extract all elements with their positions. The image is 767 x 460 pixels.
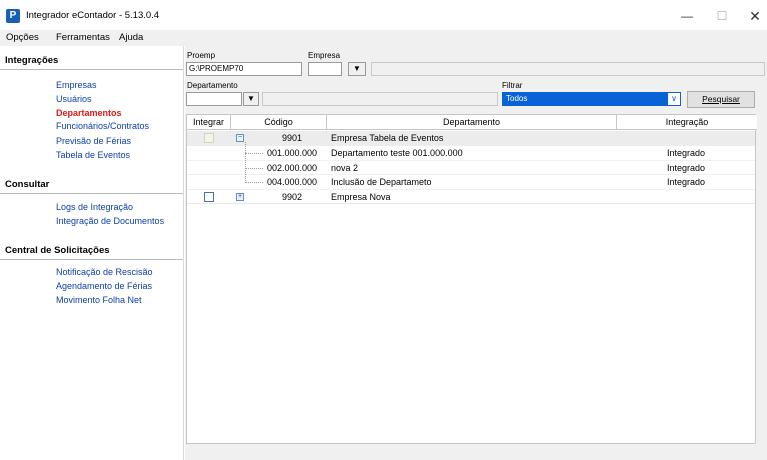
empresa-dropdown-button[interactable]: ▼ [348, 62, 366, 76]
column-header-integracao[interactable]: Integração [617, 115, 757, 130]
column-header-codigo[interactable]: Código [231, 115, 327, 130]
window-title: Integrador eContador - 5.13.0.4 [26, 10, 160, 21]
sidebar-item-departamentos[interactable]: Departamentos [56, 108, 122, 118]
filtrar-dropdown-button[interactable]: ∨ [667, 92, 681, 106]
table-row[interactable]: 001.000.000 Departamento teste 001.000.0… [187, 146, 755, 161]
departamento-cell: nova 2 [331, 162, 359, 173]
integracao-cell: Integrado [667, 148, 706, 158]
tree-connector [245, 153, 263, 154]
sidebar-item-empresas[interactable]: Empresas [56, 80, 97, 90]
table-row[interactable]: − 9901 Empresa Tabela de Eventos [187, 131, 755, 146]
sidebar-item-agendamento-ferias[interactable]: Agendamento de Férias [56, 281, 152, 291]
main-panel: Proemp G:\PROEMP70 Empresa ▼ Departament… [185, 46, 767, 460]
table-row[interactable]: 002.000.000 nova 2 Integrado [187, 161, 755, 175]
departamentos-grid: Integrar Código Departamento Integração … [186, 114, 757, 444]
codigo-cell: 004.000.000 [267, 177, 318, 187]
chevron-down-icon: ∨ [671, 94, 677, 103]
sidebar-item-notificacao-rescisao[interactable]: Notificação de Rescisão [56, 267, 153, 277]
departamento-cell: Empresa Tabela de Eventos [331, 133, 444, 143]
filtrar-label: Filtrar [502, 81, 523, 90]
minimize-button[interactable]: — [672, 6, 702, 26]
sidebar-item-previsao-ferias[interactable]: Previsão de Férias [56, 136, 131, 146]
integracao-cell: Integrado [667, 177, 706, 187]
sidebar-item-usuarios[interactable]: Usuários [56, 94, 92, 104]
section-consultar-title: Consultar [0, 174, 183, 194]
section-central-solicitacoes-title: Central de Solicitações [0, 240, 183, 260]
close-button[interactable]: ✕ [740, 6, 767, 26]
codigo-cell: 9901 [282, 133, 303, 143]
empresa-code-field[interactable] [308, 62, 342, 76]
menu-opcoes[interactable]: Opções [6, 32, 39, 43]
codigo-cell: 9902 [282, 191, 303, 202]
tree-connector [245, 142, 246, 183]
horizontal-scrollbar[interactable] [186, 444, 756, 460]
departamento-code-field[interactable] [186, 92, 242, 106]
sidebar-item-logs-integracao[interactable]: Logs de Integração [56, 202, 133, 212]
tree-connector [245, 167, 263, 169]
empresa-name-field [371, 62, 765, 76]
table-row[interactable]: 004.000.000 Inclusão de Departameto Inte… [187, 175, 755, 190]
empresa-label: Empresa [308, 51, 341, 60]
departamento-name-field [262, 92, 498, 106]
sidebar: Integrações Empresas Usuários Departamen… [0, 46, 184, 460]
collapse-icon[interactable]: − [236, 134, 244, 142]
column-header-integrar[interactable]: Integrar [187, 115, 231, 130]
filtrar-select[interactable]: Todos [502, 92, 667, 106]
proemp-field[interactable]: G:\PROEMP70 [186, 62, 302, 76]
pesquisar-button[interactable]: Pesquisar [687, 91, 755, 108]
departamento-cell: Departamento teste 001.000.000 [331, 148, 463, 158]
maximize-button[interactable]: ☐ [707, 6, 737, 26]
column-header-departamento[interactable]: Departamento [327, 115, 617, 130]
menu-ajuda[interactable]: Ajuda [119, 32, 143, 43]
departamento-dropdown-button[interactable]: ▼ [243, 92, 259, 106]
departamento-label: Departamento [187, 81, 238, 90]
integracao-cell: Integrado [667, 162, 706, 173]
departamento-cell: Inclusão de Departameto [331, 177, 432, 187]
chevron-down-icon: ▼ [353, 64, 361, 73]
sidebar-item-funcionarios-contratos[interactable]: Funcionários/Contratos [56, 121, 149, 131]
tree-connector [245, 182, 263, 183]
integrar-checkbox [204, 133, 214, 143]
app-logo-icon: P [6, 9, 20, 23]
chevron-down-icon: ▼ [247, 94, 255, 103]
sidebar-item-tabela-eventos[interactable]: Tabela de Eventos [56, 150, 130, 160]
sidebar-item-movimento-folha-net[interactable]: Movimento Folha Net [56, 295, 142, 305]
integrar-checkbox[interactable] [204, 191, 214, 202]
codigo-cell: 001.000.000 [267, 148, 318, 158]
title-bar: P Integrador eContador - 5.13.0.4 — ☐ ✕ [0, 0, 767, 30]
expand-icon[interactable]: + [236, 192, 244, 201]
menu-ferramentas[interactable]: Ferramentas [56, 32, 110, 43]
menu-bar: Opções Ferramentas Ajuda [0, 30, 767, 46]
table-row[interactable]: + 9902 Empresa Nova [187, 190, 755, 204]
section-integracoes-title: Integrações [0, 50, 183, 70]
departamento-cell: Empresa Nova [331, 191, 391, 202]
sidebar-item-integracao-documentos[interactable]: Integração de Documentos [56, 216, 164, 226]
proemp-label: Proemp [187, 51, 216, 60]
codigo-cell: 002.000.000 [267, 162, 318, 173]
